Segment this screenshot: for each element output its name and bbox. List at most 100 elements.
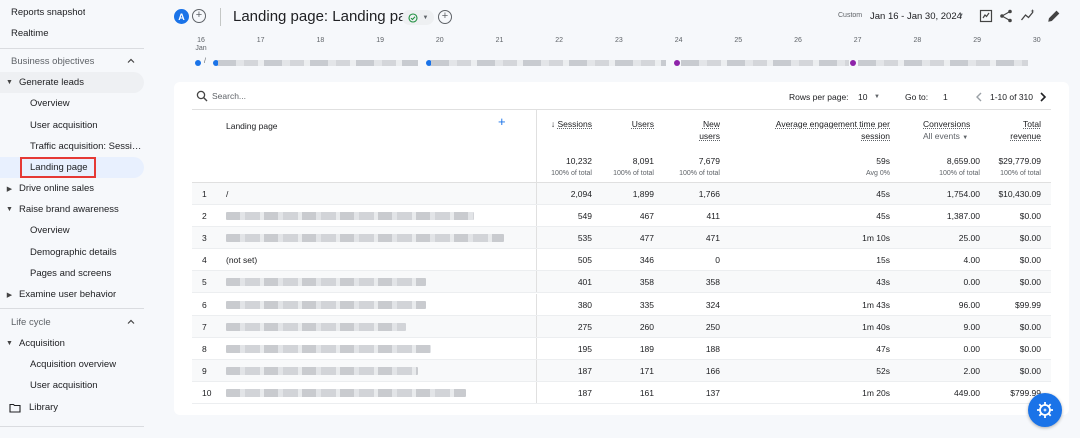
insights-icon[interactable]	[1020, 8, 1036, 24]
table-row[interactable]: 4 (not set) 505 346 0 15s 4.00 $0.00	[192, 249, 1051, 272]
column-header-avg-engagement[interactable]: Average engagement time per session	[752, 118, 890, 142]
redacted-landing-page[interactable]	[226, 278, 426, 287]
table-row[interactable]: 6 380 335 324 1m 43s 96.00 $99.99	[192, 293, 1051, 316]
table-row[interactable]: 2 549 467 411 45s 1,387.00 $0.00	[192, 205, 1051, 228]
table-row[interactable]: 5 401 358 358 43s 0.00 $0.00	[192, 271, 1051, 294]
sidebar-item-acquisition-overview[interactable]: Acquisition overview	[0, 354, 144, 375]
sidebar-item-realtime[interactable]: Realtime	[0, 23, 144, 44]
cell-revenue: $799.99	[1010, 387, 1041, 398]
redacted-landing-page[interactable]	[226, 322, 406, 331]
table-row[interactable]: 9 187 171 166 52s 2.00 $0.00	[192, 359, 1051, 382]
add-dimension-button[interactable]: +	[498, 115, 506, 128]
sidebar-section-life-cycle[interactable]: Life cycle	[0, 312, 144, 333]
redacted-landing-page[interactable]	[226, 366, 418, 375]
cell-conversions: 449.00	[954, 387, 980, 398]
search-input[interactable]	[212, 89, 332, 103]
sidebar-item-label: Drive online sales	[19, 183, 94, 194]
cell-row-number: 1	[202, 189, 207, 199]
cell-landing-page[interactable]: (not set)	[226, 255, 257, 265]
cell-landing-page[interactable]: /	[226, 189, 228, 199]
sidebar-item-generate-leads[interactable]: ▼ Generate leads	[0, 72, 144, 93]
sidebar-item-label: User acquisition	[30, 120, 98, 131]
sidebar-item-examine-user-behavior[interactable]: ▶ Examine user behavior	[0, 284, 144, 305]
timeline-marker	[850, 60, 856, 66]
sidebar-item-user-acquisition[interactable]: User acquisition	[0, 115, 144, 136]
comparison-avatar[interactable]: A	[174, 9, 189, 24]
column-header-conversions[interactable]: Conversions All events ▼	[923, 118, 970, 144]
cell-avg-engagement: 1m 40s	[862, 321, 890, 332]
timeline-redacted-bar	[858, 60, 1028, 66]
column-divider	[536, 205, 537, 227]
total-sessions: 10,232	[566, 156, 592, 166]
column-divider	[536, 381, 537, 403]
cell-new-users: 471	[705, 233, 720, 244]
share-icon[interactable]	[998, 8, 1014, 24]
table-row[interactable]: 1/2,094 1,899 1,766 45s 1,754.00 $10,430.09	[192, 183, 1051, 206]
sidebar-item-library[interactable]: Library	[0, 397, 144, 418]
timeline-tick-day: 27	[853, 37, 862, 44]
sidebar-item-overview[interactable]: Overview	[0, 93, 144, 114]
sidebar-item-drive-online-sales[interactable]: ▶ Drive online sales	[0, 178, 144, 199]
customize-report-icon[interactable]	[978, 8, 994, 24]
column-header-new-users[interactable]: New users	[672, 118, 720, 142]
sort-down-arrow-icon: ↓	[550, 119, 556, 129]
goto-input[interactable]: 1	[943, 92, 948, 102]
sidebar-section-business-objectives[interactable]: Business objectives	[0, 51, 144, 72]
add-filter-button[interactable]: +	[438, 10, 452, 24]
cell-row-number: 4	[202, 255, 207, 266]
sidebar-item-overview-2[interactable]: Overview	[0, 220, 144, 241]
column-header-sessions[interactable]: ↓ Sessions	[546, 118, 592, 130]
caret-right-icon: ▶	[6, 185, 13, 193]
table-row[interactable]: 3 535 477 471 1m 10s 25.00 $0.00	[192, 227, 1051, 250]
column-header-label: Total	[1023, 119, 1041, 129]
cell-new-users: 137	[705, 387, 720, 398]
redacted-landing-page[interactable]	[226, 344, 431, 353]
caret-down-icon[interactable]: ▼	[958, 13, 964, 19]
sidebar-item-raise-brand-awareness[interactable]: ▼ Raise brand awareness	[0, 199, 144, 220]
cell-new-users: 250	[705, 321, 720, 332]
redacted-landing-page[interactable]	[226, 300, 426, 309]
table-row[interactable]: 8 195 189 188 47s 0.00 $0.00	[192, 337, 1051, 360]
timeline-tick: 19	[376, 37, 384, 45]
chevron-left-icon[interactable]	[974, 91, 984, 103]
total-revenue-sub: 100% of total	[1000, 170, 1041, 177]
sidebar-item-user-acquisition-2[interactable]: User acquisition	[0, 375, 144, 396]
column-header-label: revenue	[1010, 131, 1041, 141]
redacted-landing-page[interactable]	[226, 234, 504, 243]
column-header-label: session	[861, 131, 890, 141]
sidebar-item-traffic-acquisition[interactable]: Traffic acquisition: Session...	[0, 136, 144, 157]
caret-down-icon[interactable]: ▼	[874, 94, 880, 100]
caret-down-icon[interactable]: ▼	[962, 135, 968, 141]
analytics-assistant-button[interactable]	[1028, 393, 1062, 427]
status-dropdown[interactable]: ▼	[402, 10, 434, 25]
cell-users: 260	[639, 321, 654, 332]
add-comparison-button[interactable]: +	[192, 9, 206, 23]
sidebar-item-label: Library	[29, 402, 59, 413]
table-row[interactable]: 7 275 260 250 1m 40s 9.00 $0.00	[192, 315, 1051, 338]
conversions-event-select[interactable]: All events	[923, 131, 960, 141]
sidebar-item-acquisition[interactable]: ▼ Acquisition	[0, 333, 144, 354]
cell-users: 1,899	[632, 189, 654, 199]
timeline-tick: 18	[316, 37, 324, 45]
sidebar-item-pages-and-screens[interactable]: Pages and screens	[0, 263, 144, 284]
timeline-tick: 24	[675, 37, 683, 45]
table-row[interactable]: 10 187 161 137 1m 20s 449.00 $799.99	[192, 381, 1051, 404]
edit-icon[interactable]	[1046, 8, 1062, 24]
date-range-picker[interactable]: Jan 16 - Jan 30, 2024	[870, 11, 962, 22]
sidebar-item-demographic-details[interactable]: Demographic details	[0, 242, 144, 263]
column-header-total-revenue[interactable]: Total revenue	[982, 118, 1041, 142]
timeline-marker	[674, 60, 680, 66]
report-header: A + Landing page: Landing page ▼ + Custo…	[150, 0, 1080, 36]
timeline-tick-day: 25	[734, 37, 743, 44]
timeline-tick: 30	[1033, 37, 1041, 45]
column-header-users[interactable]: Users	[610, 118, 654, 130]
caret-down-icon: ▼	[6, 340, 13, 347]
column-header-landing-page[interactable]: Landing page	[226, 120, 278, 132]
redacted-landing-page[interactable]	[226, 212, 474, 221]
search-icon	[196, 90, 208, 102]
chevron-right-icon[interactable]	[1038, 91, 1048, 103]
redacted-landing-page[interactable]	[226, 388, 466, 397]
rows-per-page-select[interactable]: 10	[858, 92, 867, 102]
rows-per-page-label: Rows per page:	[789, 92, 849, 102]
sidebar-item-reports-snapshot[interactable]: Reports snapshot	[0, 2, 144, 23]
